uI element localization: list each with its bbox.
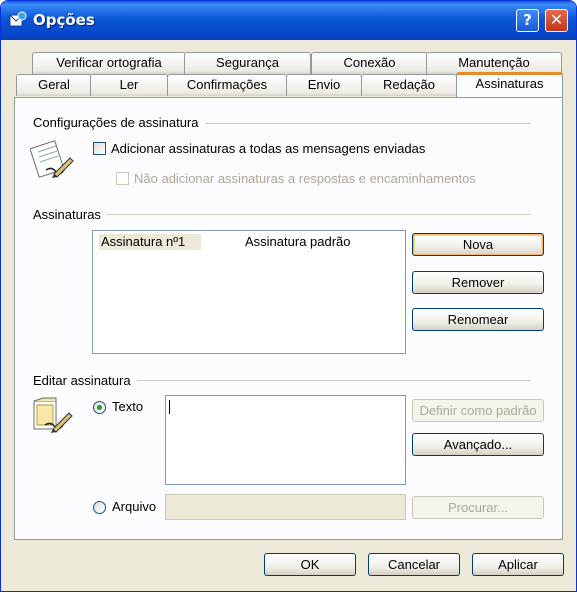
signature-type: Assinatura padrão <box>245 234 351 249</box>
config-group-label: Configurações de assinatura <box>33 115 205 130</box>
close-button[interactable]: ✕ <box>545 9 568 32</box>
add-signatures-checkbox[interactable] <box>93 142 106 155</box>
edit-signature-icon <box>33 397 73 433</box>
rename-signature-button[interactable]: Renomear <box>412 308 544 331</box>
tab-manutencao[interactable]: Manutenção <box>426 52 562 74</box>
new-signature-button[interactable]: Nova <box>412 233 544 256</box>
apply-button[interactable]: Aplicar <box>472 553 564 576</box>
options-dialog: Opções ? ✕ Verificar ortografia Seguranç… <box>0 0 577 592</box>
remove-signature-button[interactable]: Remover <box>412 271 544 294</box>
tab-seguranca[interactable]: Segurança <box>184 52 311 74</box>
add-signatures-label: Adicionar assinaturas a todas as mensage… <box>111 141 426 156</box>
outlook-express-icon <box>9 11 27 27</box>
advanced-button[interactable]: Avançado... <box>412 433 544 456</box>
signature-name: Assinatura nº1 <box>99 234 201 250</box>
cancel-button[interactable]: Cancelar <box>368 553 460 576</box>
title-bar[interactable]: Opções ? ✕ <box>1 1 576 40</box>
ok-button[interactable]: OK <box>264 553 356 576</box>
tab-geral[interactable]: Geral <box>16 74 92 96</box>
tab-confirmacoes[interactable]: Confirmações <box>167 74 287 96</box>
no-replies-checkbox[interactable] <box>116 172 129 185</box>
signature-pen-icon <box>30 140 74 178</box>
signatures-group-label: Assinaturas <box>33 207 107 222</box>
help-button[interactable]: ? <box>516 9 539 32</box>
tab-redacao[interactable]: Redação <box>361 74 457 96</box>
text-radio-label: Texto <box>112 399 144 414</box>
tab-conexao[interactable]: Conexão <box>311 52 428 74</box>
tab-envio[interactable]: Envio <box>286 74 362 96</box>
tab-assinaturas[interactable]: Assinaturas <box>456 72 563 97</box>
file-radio-label: Arquivo <box>112 499 157 514</box>
file-path-input[interactable] <box>165 494 406 520</box>
text-radio[interactable] <box>93 401 106 414</box>
radio-selected-dot <box>97 405 102 410</box>
tab-verificar-ortografia[interactable]: Verificar ortografia <box>32 52 186 74</box>
edit-group-label: Editar assinatura <box>33 373 137 388</box>
tab-ler[interactable]: Ler <box>90 74 168 96</box>
text-caret <box>169 400 170 414</box>
no-replies-label: Não adicionar assinaturas a respostas e … <box>134 171 476 186</box>
window-title: Opções <box>33 11 95 29</box>
signature-text-area[interactable] <box>165 395 406 485</box>
set-default-button[interactable]: Definir como padrão <box>412 399 544 422</box>
browse-button[interactable]: Procurar... <box>412 496 544 519</box>
file-radio[interactable] <box>93 501 106 514</box>
signatures-list[interactable]: Assinatura nº1 Assinatura padrão <box>92 230 406 354</box>
signatures-group-divider <box>33 214 531 215</box>
